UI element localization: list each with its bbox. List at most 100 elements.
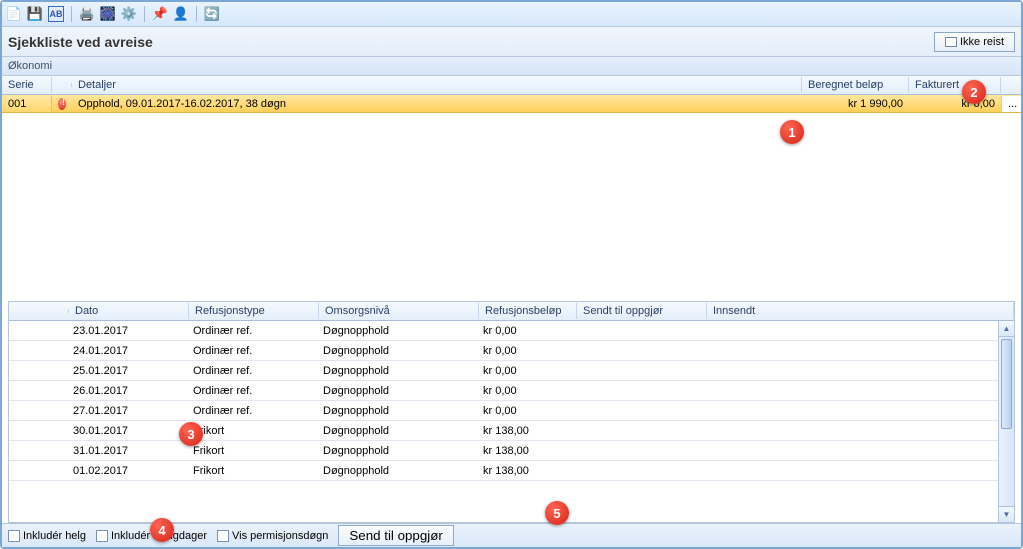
cell-innsendt: [707, 409, 1014, 413]
cell-sendt: [577, 409, 707, 413]
send-til-oppgjor-button[interactable]: Send til oppgjør: [338, 525, 453, 546]
alert-icon: [58, 98, 66, 110]
save-icon[interactable]: 💾: [27, 6, 43, 22]
refresh-icon[interactable]: 🔄: [204, 6, 220, 22]
cell-sendt: [577, 429, 707, 433]
th-dato[interactable]: Dato: [69, 303, 189, 319]
scroll-thumb[interactable]: [1001, 339, 1012, 429]
cell-innsendt: [707, 329, 1014, 333]
cell-beregnet: kr 1 990,00: [802, 96, 909, 112]
th-omsorgsniva[interactable]: Omsorgsnivå: [319, 303, 479, 319]
cell-omsorg: Døgnopphold: [319, 403, 479, 419]
cell-innsendt: [707, 469, 1014, 473]
cell-refusjon: Ordinær ref.: [189, 383, 319, 399]
table-row[interactable]: 24.01.2017Ordinær ref.Døgnoppholdkr 0,00: [9, 341, 1014, 361]
th-dragspace: [9, 309, 69, 313]
chk-label-helligdager: Inkludér helligdager: [111, 530, 207, 542]
bottom-header-row: Dato Refusjonstype Omsorgsnivå Refusjons…: [9, 302, 1014, 321]
cell-omsorg: Døgnopphold: [319, 463, 479, 479]
cell-belop: kr 0,00: [479, 343, 577, 359]
cell-refusjon: Frikort: [189, 443, 319, 459]
checkbox-icon: [217, 530, 229, 542]
top-table: Serie Detaljer Beregnet beløp Fakturert …: [2, 76, 1021, 301]
scroll-up-icon[interactable]: ▲: [999, 321, 1014, 337]
cell-omsorg: Døgnopphold: [319, 343, 479, 359]
th-serie[interactable]: Serie: [2, 77, 52, 93]
cell-belop: kr 138,00: [479, 463, 577, 479]
cell-omsorg: Døgnopphold: [319, 443, 479, 459]
cell-omsorg: Døgnopphold: [319, 363, 479, 379]
table-row[interactable]: 01.02.2017FrikortDøgnoppholdkr 138,00: [9, 461, 1014, 481]
cell-dato: 30.01.2017: [69, 423, 189, 439]
pin-icon[interactable]: 📌: [152, 6, 168, 22]
cell-sendt: [577, 449, 707, 453]
cell-dato: 27.01.2017: [69, 403, 189, 419]
th-spacer: [52, 83, 72, 87]
cell-refusjon: Ordinær ref.: [189, 403, 319, 419]
table-row[interactable]: 25.01.2017Ordinær ref.Døgnoppholdkr 0,00: [9, 361, 1014, 381]
row-menu-button[interactable]: ...: [1001, 96, 1021, 112]
scrollbar-vertical[interactable]: ▲ ▼: [998, 321, 1014, 522]
top-header-row: Serie Detaljer Beregnet beløp Fakturert: [2, 76, 1021, 95]
form-icon[interactable]: AB: [48, 6, 64, 22]
cell-detaljer: Opphold, 09.01.2017-16.02.2017, 38 døgn: [72, 96, 802, 112]
scroll-down-icon[interactable]: ▼: [999, 506, 1014, 522]
th-fakturert[interactable]: Fakturert: [909, 77, 1001, 93]
page-title: Sjekkliste ved avreise: [8, 34, 153, 50]
cell-innsendt: [707, 369, 1014, 373]
cell-omsorg: Døgnopphold: [319, 323, 479, 339]
bottom-table: Dato Refusjonstype Omsorgsnivå Refusjons…: [8, 301, 1015, 523]
cell-dato: 25.01.2017: [69, 363, 189, 379]
ikke-reist-label: Ikke reist: [960, 36, 1004, 48]
cell-innsendt: [707, 389, 1014, 393]
section-okonomi: Økonomi: [2, 57, 1021, 76]
new-icon[interactable]: 📄: [6, 6, 22, 22]
cell-sendt: [577, 369, 707, 373]
title-bar: Sjekkliste ved avreise Ikke reist: [2, 27, 1021, 57]
table-row[interactable]: 27.01.2017Ordinær ref.Døgnoppholdkr 0,00: [9, 401, 1014, 421]
chk-label-permisjon: Vis permisjonsdøgn: [232, 530, 328, 542]
table-row[interactable]: 30.01.2017FrikortDøgnoppholdkr 138,00: [9, 421, 1014, 441]
cell-alert: [52, 96, 72, 112]
chk-vis-permisjonsdogn[interactable]: Vis permisjonsdøgn: [217, 530, 328, 542]
cell-belop: kr 0,00: [479, 383, 577, 399]
user-icon[interactable]: 👤: [173, 6, 189, 22]
top-empty-area: [2, 113, 1021, 301]
th-sendt[interactable]: Sendt til oppgjør: [577, 303, 707, 319]
cell-dato: 01.02.2017: [69, 463, 189, 479]
fireworks-icon[interactable]: 🎆: [100, 6, 116, 22]
cell-dato: 26.01.2017: [69, 383, 189, 399]
cell-sendt: [577, 469, 707, 473]
table-row[interactable]: 001 Opphold, 09.01.2017-16.02.2017, 38 d…: [2, 95, 1021, 113]
cell-dato: 24.01.2017: [69, 343, 189, 359]
gear-icon[interactable]: ⚙️: [121, 6, 137, 22]
checkbox-icon: [8, 530, 20, 542]
table-row[interactable]: 26.01.2017Ordinær ref.Døgnoppholdkr 0,00: [9, 381, 1014, 401]
table-row[interactable]: 23.01.2017Ordinær ref.Døgnoppholdkr 0,00: [9, 321, 1014, 341]
chk-label-helg: Inkludér helg: [23, 530, 86, 542]
cell-refusjon: Ordinær ref.: [189, 323, 319, 339]
th-detaljer[interactable]: Detaljer: [72, 77, 802, 93]
print-icon[interactable]: 🖨️: [79, 6, 95, 22]
cell-belop: kr 0,00: [479, 363, 577, 379]
cell-innsendt: [707, 449, 1014, 453]
chk-inkluder-helg[interactable]: Inkludér helg: [8, 530, 86, 542]
th-beregnet[interactable]: Beregnet beløp: [802, 77, 909, 93]
cell-refusjon: Frikort: [189, 463, 319, 479]
cell-serie: 001: [2, 96, 52, 112]
cell-omsorg: Døgnopphold: [319, 383, 479, 399]
ikke-reist-button[interactable]: Ikke reist: [934, 32, 1015, 52]
chk-inkluder-helligdager[interactable]: Inkludér helligdager: [96, 530, 207, 542]
cell-belop: kr 138,00: [479, 423, 577, 439]
cell-dato: 23.01.2017: [69, 323, 189, 339]
cell-sendt: [577, 329, 707, 333]
th-refusjonstype[interactable]: Refusjonstype: [189, 303, 319, 319]
th-refusjonsbelop[interactable]: Refusjonsbeløp: [479, 303, 577, 319]
th-innsendt[interactable]: Innsendt: [707, 303, 1014, 319]
cell-belop: kr 0,00: [479, 323, 577, 339]
cell-refusjon: Ordinær ref.: [189, 343, 319, 359]
cell-dato: 31.01.2017: [69, 443, 189, 459]
cell-belop: kr 138,00: [479, 443, 577, 459]
cell-innsendt: [707, 429, 1014, 433]
table-row[interactable]: 31.01.2017FrikortDøgnoppholdkr 138,00: [9, 441, 1014, 461]
